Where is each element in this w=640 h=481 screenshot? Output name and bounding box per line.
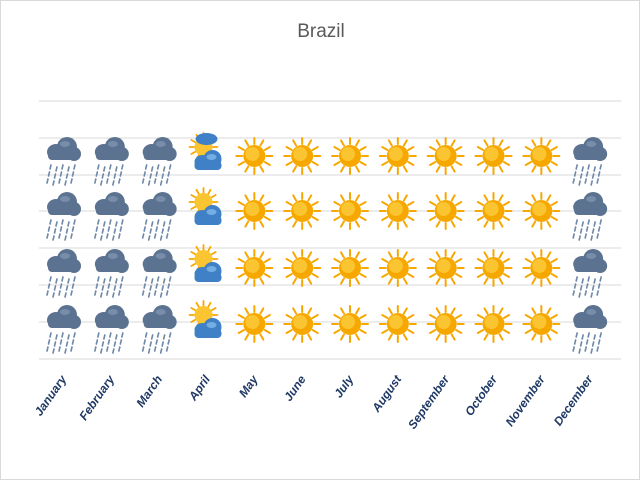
- sun-icon: [283, 192, 322, 230]
- sun-icon: [331, 305, 369, 343]
- sun-icon: [474, 305, 513, 343]
- rain-cloud-icon: [94, 137, 129, 186]
- rain-cloud-icon: [141, 137, 177, 186]
- cloud-icon: [195, 133, 218, 145]
- sun-icon: [331, 137, 369, 175]
- x-tick-label: December: [551, 372, 597, 429]
- sun-icon: [235, 249, 274, 287]
- rain-cloud-icon: [94, 249, 129, 298]
- x-tick-label: September: [405, 372, 453, 432]
- x-tick-label: November: [503, 372, 549, 429]
- rain-cloud-icon: [46, 192, 81, 241]
- sun-icon: [522, 249, 561, 287]
- chart-area: Brazil January February March April May June J…: [0, 0, 640, 480]
- sun-icon: [235, 305, 274, 343]
- sun-icon: [522, 137, 561, 175]
- rain-cloud-icon: [572, 249, 608, 298]
- sun-behind-cloud-icon: [188, 300, 222, 338]
- x-tick-label: October: [462, 372, 501, 419]
- sun-icon: [474, 249, 513, 287]
- sun-icon: [283, 249, 322, 287]
- x-tick-label: June: [281, 372, 309, 403]
- rain-cloud-icon: [46, 249, 81, 298]
- rain-cloud-icon: [572, 305, 608, 354]
- rain-cloud-icon: [141, 249, 177, 298]
- sun-icon: [426, 249, 465, 287]
- sun-icon: [522, 305, 561, 343]
- rain-cloud-icon: [141, 192, 177, 241]
- sun-icon: [378, 305, 417, 343]
- sun-icon: [474, 192, 513, 230]
- rain-cloud-icon: [94, 192, 129, 241]
- sun-icon: [331, 249, 369, 287]
- sun-icon: [426, 137, 465, 175]
- sun-icon: [283, 137, 322, 175]
- sun-icon: [426, 305, 465, 343]
- rain-cloud-icon: [46, 305, 81, 354]
- sun-behind-cloud-icon: [188, 187, 222, 225]
- rain-cloud-icon: [46, 137, 81, 186]
- sun-icon: [331, 192, 369, 230]
- sun-icon: [426, 192, 465, 230]
- sun-icon: [474, 137, 513, 175]
- sun-icon: [283, 305, 322, 343]
- sun-icon: [378, 137, 417, 175]
- sun-icon: [522, 192, 561, 230]
- sun-icon: [235, 137, 274, 175]
- rain-cloud-icon: [94, 305, 129, 354]
- rain-cloud-icon: [141, 305, 177, 354]
- sun-behind-cloud-icon: [188, 244, 222, 282]
- x-tick-label: March: [133, 373, 165, 410]
- sun-icon: [235, 192, 274, 230]
- sun-icon: [378, 192, 417, 230]
- pictograph-chart: January February March April May June July Augu…: [32, 100, 621, 432]
- x-tick-label: July: [331, 372, 357, 401]
- rain-cloud-icon: [572, 192, 608, 241]
- x-tick-label: May: [236, 372, 262, 400]
- x-tick-label: April: [185, 372, 213, 404]
- sun-icon: [378, 249, 417, 287]
- rain-cloud-icon: [572, 137, 608, 186]
- x-tick-label: January: [32, 372, 71, 419]
- x-tick-label: August: [369, 372, 405, 416]
- x-tick-label: February: [76, 372, 118, 423]
